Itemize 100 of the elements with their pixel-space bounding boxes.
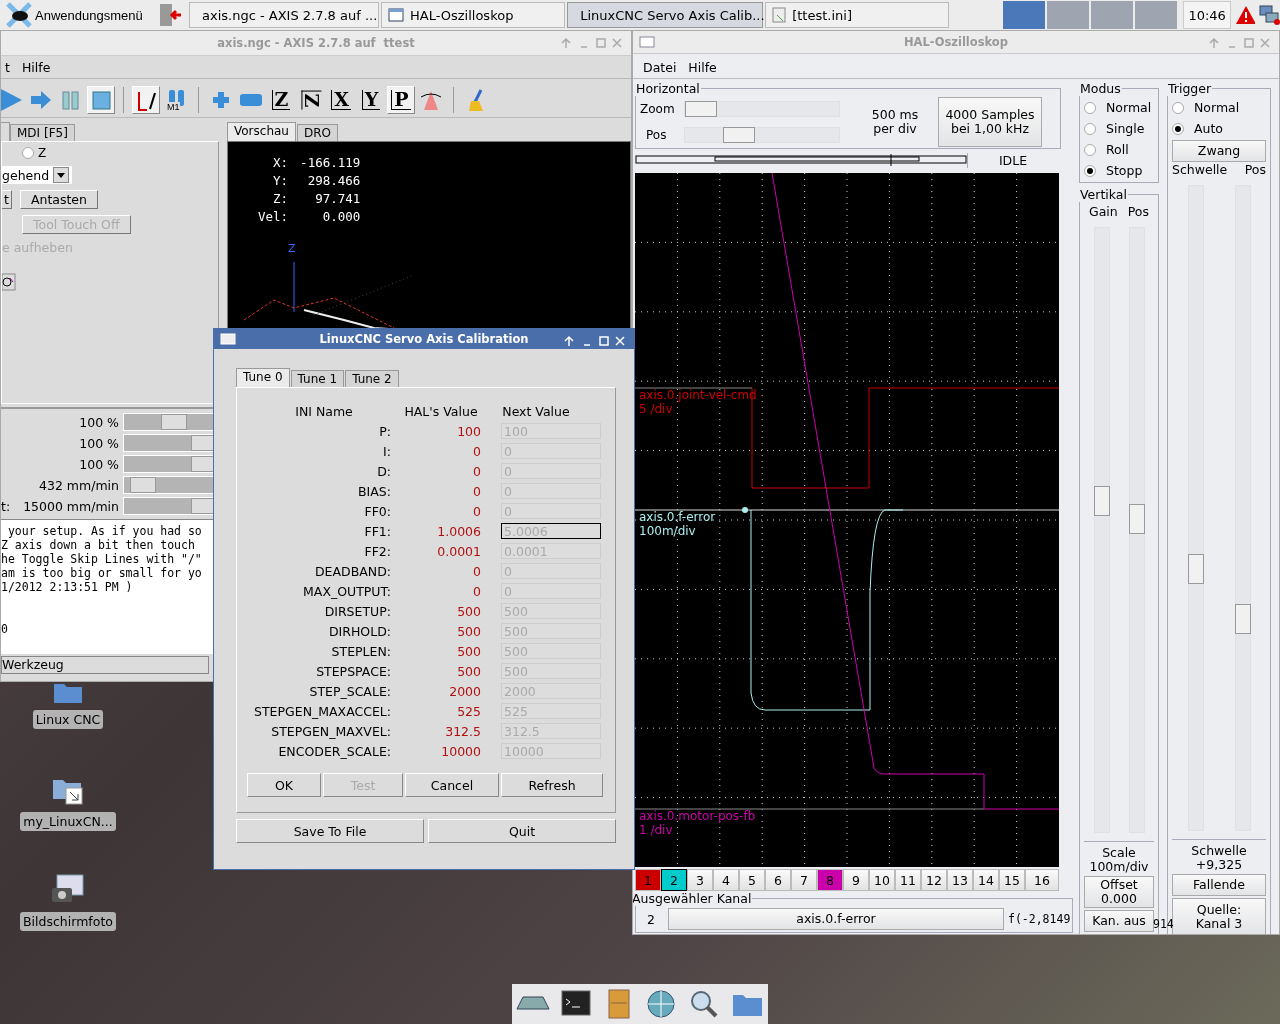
source-button[interactable]: Quelle: Kanal 3	[1172, 898, 1266, 934]
vertical-slider[interactable]	[1128, 227, 1145, 833]
taskbar-task[interactable]: HAL-Oszilloskop	[381, 2, 566, 28]
mouse-logo-icon	[6, 2, 32, 28]
workspace-switcher[interactable]	[1003, 1, 1046, 29]
radio-label: Single	[1106, 121, 1145, 136]
parameter-name: STEP_SCALE:	[308, 683, 392, 699]
taskbar-task[interactable]: [ttest.ini]	[765, 2, 950, 28]
slider-thumb[interactable]	[1128, 503, 1145, 534]
button[interactable]: t	[2, 190, 12, 209]
radio-button[interactable]	[22, 147, 34, 159]
button[interactable]: Cancel	[405, 773, 499, 797]
channel-button[interactable]: 12	[921, 869, 947, 891]
taskbar-task[interactable]: axis.ngc - AXIS 2.7.8 auf ...	[189, 2, 379, 28]
tab[interactable]: Tune 2	[345, 370, 399, 387]
trace-name: axis.0.motor-pos-fb	[639, 809, 756, 823]
samples-button[interactable]: 4000 Samples bei 1,00 kHz	[938, 97, 1042, 147]
desktop-icon-label[interactable]: Bildschirmfoto	[20, 912, 116, 931]
vertical-slider[interactable]	[1234, 185, 1251, 831]
channel-button[interactable]: 1	[635, 869, 661, 891]
menu-item[interactable]: Datei	[643, 59, 677, 75]
channel-button[interactable]: 4	[713, 869, 739, 891]
radio-button[interactable]	[1084, 122, 1096, 135]
window-icon	[639, 36, 655, 48]
toolbar-button[interactable]: Z	[297, 86, 325, 114]
slider-thumb[interactable]	[1093, 486, 1110, 517]
slider-label: Pos	[645, 128, 668, 142]
channel-button[interactable]: 16	[1025, 869, 1059, 891]
parameter-name: STEPLEN:	[330, 643, 392, 659]
warning-icon[interactable]	[1234, 5, 1256, 25]
slider[interactable]	[684, 101, 840, 117]
slider[interactable]	[684, 127, 840, 143]
channel-button[interactable]: 8	[817, 869, 843, 891]
hal-value: 0	[472, 563, 481, 579]
dropdown[interactable]: gehend	[2, 166, 72, 184]
button[interactable]: Save To File	[236, 819, 424, 843]
taskbar-task[interactable]: LinuxCNC Servo Axis Calib...	[567, 2, 764, 28]
channel-button[interactable]: 2	[661, 869, 687, 891]
radio-button[interactable]	[1084, 143, 1096, 156]
menu-item[interactable]: Hilfe	[21, 59, 51, 75]
application-menu[interactable]: Anwendungsmenü	[0, 1, 149, 29]
toolbar-button[interactable]: P	[387, 86, 415, 114]
offset-button[interactable]: Offset 0.000	[1084, 876, 1154, 908]
hal-value: 0	[472, 463, 481, 479]
slider-thumb[interactable]	[722, 127, 755, 143]
edge-button[interactable]: Fallende	[1172, 874, 1266, 896]
button[interactable]: OK	[247, 773, 321, 797]
toolbar-button[interactable]	[132, 86, 160, 114]
channel-button[interactable]: 15	[999, 869, 1025, 891]
channel-button[interactable]: 7	[791, 869, 817, 891]
tab[interactable]: Vorschau	[227, 122, 296, 141]
force-button[interactable]: Zwang	[1172, 140, 1266, 162]
menu-item[interactable]: Hilfe	[688, 59, 717, 75]
vertical-slider[interactable]	[1093, 227, 1110, 833]
radio-label: Z	[38, 146, 47, 160]
radio-button[interactable]	[1084, 101, 1096, 114]
channel-button[interactable]: 10	[869, 869, 895, 891]
menu-item[interactable]: t	[5, 59, 10, 75]
toolbar-button[interactable]: Y	[357, 86, 385, 114]
channel-button[interactable]: 9	[843, 869, 869, 891]
desktop-icon-label[interactable]: Linux CNC	[32, 710, 104, 729]
signal-button[interactable]: axis.0.f-error	[668, 908, 1004, 930]
tab[interactable]: MDI [F5]	[10, 124, 75, 141]
slider-thumb[interactable]	[1187, 554, 1204, 585]
radio-button[interactable]	[1172, 122, 1184, 135]
tab[interactable]: DRO	[296, 124, 338, 141]
channel-button[interactable]: 14	[973, 869, 999, 891]
channel-button[interactable]: 5	[739, 869, 765, 891]
button[interactable]: Refresh	[501, 773, 603, 797]
workspace-switcher[interactable]	[1135, 1, 1178, 29]
slider-thumb[interactable]	[161, 414, 188, 430]
slider-thumb[interactable]	[685, 101, 717, 117]
desktop-icon-label[interactable]: my_LinuxCN...	[20, 812, 116, 831]
tab[interactable]: Tune 1	[290, 370, 345, 387]
channel-button[interactable]: 3	[687, 869, 713, 891]
channel-button[interactable]: 6	[765, 869, 791, 891]
dro-value: -166.119	[300, 154, 361, 172]
window-controls-icon[interactable]	[564, 335, 628, 347]
oscilloscope-display[interactable]: axis.0.joint-vel-cmd 5 /div axis.0.f-error 100m/div axis.0.motor-pos-fb 1 /div	[635, 173, 1059, 867]
button[interactable]: Quit	[428, 819, 616, 843]
vertical-slider[interactable]	[1187, 185, 1204, 831]
channel-off-button[interactable]: Kan. aus	[1084, 910, 1154, 932]
toolbar-button[interactable]: Z	[267, 86, 295, 114]
slider-label: Schwelle	[1172, 162, 1228, 177]
workspace-switcher[interactable]	[1091, 1, 1134, 29]
radio-button[interactable]	[1084, 164, 1096, 177]
hal-value: 2000	[448, 683, 481, 699]
slider-thumb[interactable]	[129, 477, 156, 493]
toolbar-button[interactable]: M1	[162, 86, 190, 114]
channel-button[interactable]: 13	[947, 869, 973, 891]
network-icon[interactable]	[1259, 4, 1280, 26]
toolbar-button[interactable]: X	[327, 86, 355, 114]
spindle-icon[interactable]	[2, 273, 16, 291]
workspace-switcher[interactable]	[1047, 1, 1090, 29]
tab[interactable]: Tune 0	[236, 368, 290, 387]
channel-button[interactable]: 11	[895, 869, 921, 891]
slider-thumb[interactable]	[1234, 603, 1251, 634]
radio-button[interactable]	[1172, 101, 1184, 114]
button[interactable]: Antasten	[19, 190, 98, 209]
hal-value: 312.5	[444, 723, 481, 739]
